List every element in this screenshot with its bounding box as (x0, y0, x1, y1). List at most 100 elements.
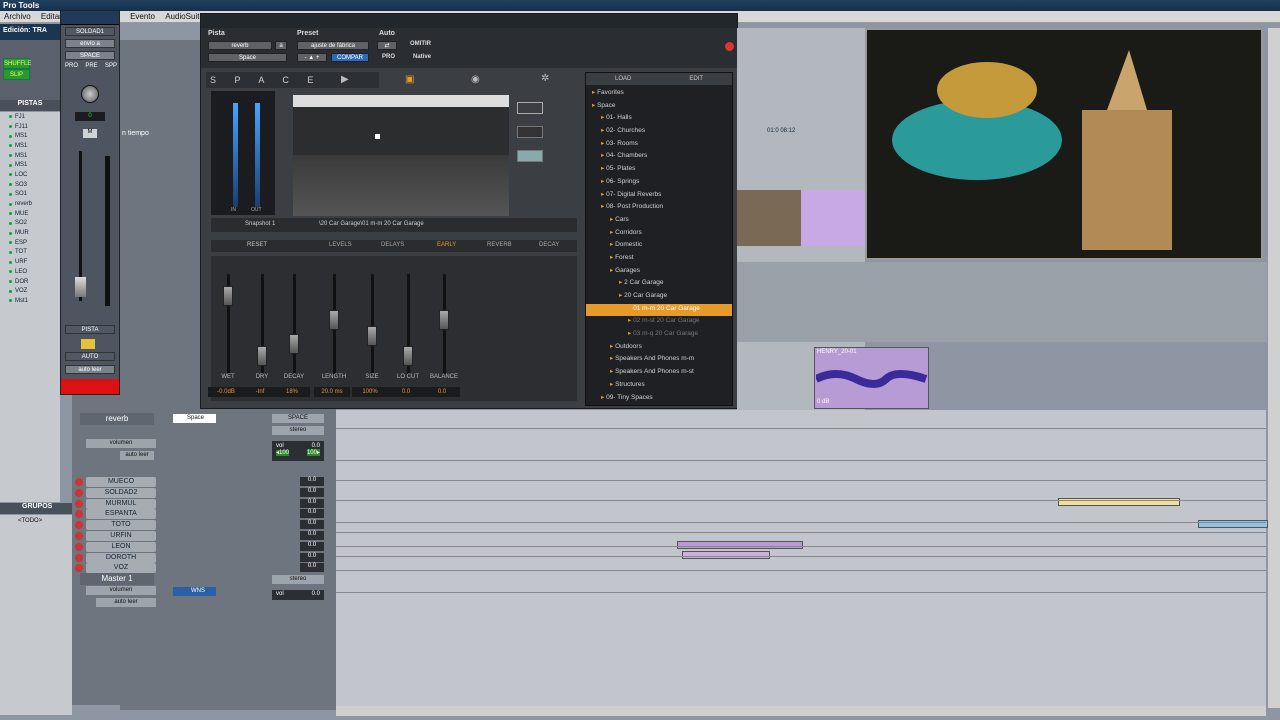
master-track-name[interactable]: Master 1 (80, 573, 154, 585)
browser-item[interactable]: ▸ 20 Car Garage (586, 291, 732, 304)
shuffle-mode-button[interactable]: SHUFFLE (3, 58, 31, 69)
preset-selector[interactable]: ajuste de fábrica (297, 41, 369, 50)
track-list-item[interactable]: MS1 (0, 141, 60, 151)
pan-knob[interactable] (81, 85, 99, 103)
fader-value[interactable]: 100% (352, 387, 388, 397)
track-active-icon[interactable] (9, 183, 12, 187)
thumbnail-3[interactable] (517, 150, 543, 162)
solo-button[interactable] (81, 339, 95, 349)
fader-cap-balance[interactable] (439, 310, 449, 330)
compare-button[interactable]: COMPAR (331, 53, 369, 62)
browser-item[interactable]: ▸ Cars (586, 215, 732, 228)
pro-flag[interactable]: PRO (65, 63, 78, 69)
mute-button[interactable]: M (83, 129, 97, 138)
track-list-item[interactable]: SO1 (0, 190, 60, 200)
region-purple[interactable] (677, 541, 803, 549)
fader-cap-wet[interactable] (223, 286, 233, 306)
region-purple-2[interactable] (682, 551, 770, 559)
tab-reverb[interactable]: REVERB (487, 242, 512, 248)
layout-icon[interactable]: ▣ (405, 74, 414, 85)
browser-item[interactable]: ▸ 02 m-st 20 Car Garage (586, 316, 732, 329)
browser-item[interactable]: ▸ Garages (586, 266, 732, 279)
record-enable-icon[interactable] (75, 532, 83, 540)
browser-item[interactable]: ▸ 01- Halls (586, 113, 732, 126)
track-list-item[interactable]: MS1 (0, 131, 60, 141)
fader-cap-size[interactable] (367, 326, 377, 346)
browser-item[interactable]: ▸ 09- Tiny Spaces (586, 393, 732, 406)
track-active-icon[interactable] (9, 192, 12, 196)
master-volumen[interactable]: volumen (86, 586, 156, 595)
track-active-icon[interactable] (9, 260, 12, 264)
browser-item[interactable]: ▸ 03 m-q 20 Car Garage (586, 329, 732, 342)
fader-value[interactable]: 0.0 (424, 387, 460, 397)
mixer-track-name[interactable]: SOLDAD2 (86, 487, 156, 498)
mixer-track-name[interactable]: TOTO (86, 520, 156, 531)
track-list-item[interactable]: MUR (0, 228, 60, 238)
fader-cap-dry[interactable] (257, 346, 267, 366)
send-selector[interactable]: envío a (65, 39, 115, 48)
fader-value[interactable]: 18% (274, 387, 310, 397)
mixer-track-name[interactable]: URFIN (86, 531, 156, 541)
thumbnail-2[interactable] (517, 126, 543, 138)
fader-value[interactable]: 20.0 ms (314, 387, 350, 397)
track-active-icon[interactable] (9, 289, 12, 293)
record-enable-icon[interactable] (75, 488, 83, 497)
track-active-icon[interactable] (9, 202, 12, 206)
track-active-icon[interactable] (9, 270, 12, 274)
reverb-track-name[interactable]: reverb (80, 413, 154, 425)
bus-selector[interactable]: SPACE (65, 51, 115, 60)
menu-evento[interactable]: Evento (126, 11, 159, 22)
browser-item[interactable]: ▸ 02- Churches (586, 126, 732, 139)
load-tab[interactable]: LOAD (615, 76, 631, 82)
track-active-icon[interactable] (9, 154, 12, 158)
track-list-item[interactable]: FJ11 (0, 122, 60, 132)
output-fader-cap[interactable] (75, 277, 86, 297)
track-active-icon[interactable] (9, 144, 12, 148)
track-active-icon[interactable] (9, 125, 12, 129)
spp-flag[interactable]: SPP (105, 63, 117, 69)
mixer-track-name[interactable]: LEON (86, 541, 156, 552)
browser-item[interactable]: ▸ Speakers And Phones m-st (586, 367, 732, 380)
bypass-button[interactable]: OMITIR (410, 41, 431, 47)
track-list-item[interactable]: MS1 (0, 160, 60, 170)
menu-archivo[interactable]: Archivo (0, 11, 35, 22)
edit-tab[interactable]: EDIT (689, 76, 703, 82)
reverb-volumen[interactable]: volumen (86, 439, 156, 448)
fader-value[interactable]: -0.0dB (208, 387, 244, 397)
reset-button[interactable]: RESET (247, 242, 267, 248)
track-list-item[interactable]: reverb (0, 199, 60, 209)
tab-decay[interactable]: DECAY (539, 242, 559, 248)
track-active-icon[interactable] (9, 299, 12, 303)
group-all[interactable]: <TODO> (18, 518, 42, 524)
mixer-track-name[interactable]: DOROTH (86, 552, 156, 563)
snapshot-selector[interactable]: Snapshot 1 (245, 221, 275, 227)
track-list-item[interactable]: VOZ (0, 286, 60, 296)
thumbnail-1[interactable] (517, 102, 543, 114)
track-active-icon[interactable] (9, 134, 12, 138)
mixer-track-name[interactable]: MUECO (86, 477, 156, 487)
track-list-item[interactable]: MUE (0, 209, 60, 219)
play-icon[interactable]: ▶ (341, 74, 349, 85)
horizontal-scrollbar[interactable] (336, 706, 1266, 716)
track-list-item[interactable]: SO3 (0, 180, 60, 190)
master-insert[interactable]: WNS (173, 587, 216, 596)
tab-levels[interactable]: LEVELS (329, 242, 352, 248)
track-active-icon[interactable] (9, 231, 12, 235)
close-icon[interactable] (725, 42, 734, 51)
tab-delays[interactable]: DELAYS (381, 242, 404, 248)
track-active-icon[interactable] (9, 212, 12, 216)
master-stereo[interactable]: stereo (272, 575, 324, 584)
track-list-item[interactable]: MS1 (0, 151, 60, 161)
record-enable-icon[interactable] (75, 553, 83, 562)
browser-item[interactable]: ▸ Structures (586, 380, 732, 393)
track-list-item[interactable]: ESP (0, 238, 60, 248)
browser-item[interactable]: ▸ Outdoors (586, 342, 732, 355)
track-active-icon[interactable] (9, 163, 12, 167)
browser-item[interactable]: ▸ 2 Car Garage (586, 278, 732, 291)
track-active-icon[interactable] (9, 221, 12, 225)
browser-item[interactable]: ▸ Speakers And Phones m-m (586, 354, 732, 367)
mixer-track-name[interactable]: ESPANTA (86, 509, 156, 520)
gear-icon[interactable]: ✲ (541, 73, 549, 84)
track-active-icon[interactable] (9, 115, 12, 119)
fader-cap-decay[interactable] (289, 334, 299, 354)
